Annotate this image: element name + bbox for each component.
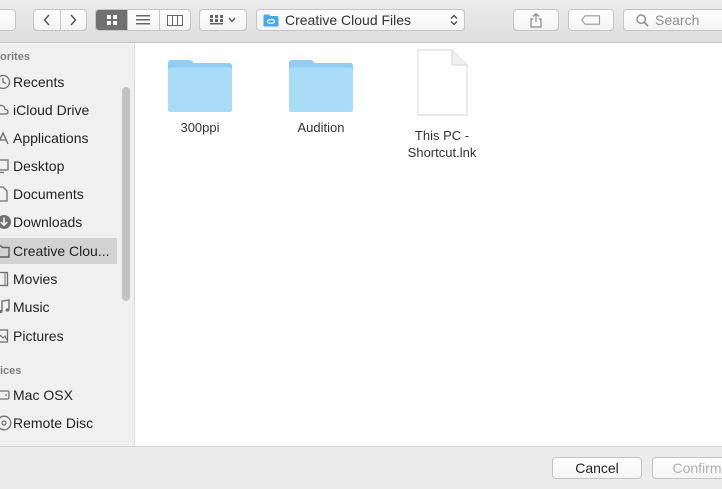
file-name: Audition	[297, 120, 345, 135]
sidebar-toggle-button[interactable]	[0, 9, 16, 31]
chevron-left-icon	[43, 14, 50, 26]
confirm-button[interactable]: Confirm	[652, 457, 722, 479]
column-view-icon	[166, 14, 183, 26]
movies-icon	[0, 271, 13, 287]
cloud-icon	[0, 102, 13, 118]
sidebar-item-applications[interactable]: Applications	[0, 125, 117, 151]
sidebar-item-label: Remote Disc	[13, 415, 94, 431]
sidebar-item-label: Movies	[13, 271, 58, 287]
arrange-button[interactable]	[199, 9, 247, 31]
path-popup-button[interactable]: Creative Cloud Files	[256, 9, 465, 31]
sidebar-item-label: Desktop	[13, 158, 65, 174]
file-item-300ppi[interactable]: 300ppi	[145, 57, 255, 136]
tag-button[interactable]	[568, 9, 614, 31]
creative-cloud-folder-icon	[263, 14, 279, 26]
sidebar-item-label: Creative Clou...	[13, 243, 110, 259]
pictures-icon	[0, 328, 13, 344]
sidebar-item-recents[interactable]: Recents	[0, 69, 117, 95]
disc-icon	[0, 415, 13, 431]
icon-view-button[interactable]	[96, 10, 128, 30]
folder-icon	[0, 243, 13, 259]
favorites-header: orites	[0, 51, 30, 63]
search-field[interactable]: Search	[623, 9, 722, 31]
sidebar-item-label: Downloads	[13, 214, 83, 230]
sidebar-item-music[interactable]: Music	[0, 294, 117, 320]
sidebar-item-label: Applications	[13, 130, 89, 146]
clock-icon	[0, 74, 13, 90]
sidebar-item-movies[interactable]: Movies	[0, 266, 117, 292]
drive-icon	[0, 387, 13, 403]
dialog-footer: Cancel Confirm	[0, 446, 722, 489]
devices-header: ices	[0, 365, 22, 377]
folder-icon	[168, 60, 232, 112]
sidebar: orites Recents iCloud Drive Applications…	[0, 43, 135, 446]
sidebar-scrollbar[interactable]	[122, 87, 130, 301]
sidebar-item-documents[interactable]: Documents	[0, 181, 117, 207]
sidebar-item-label: Recents	[13, 74, 65, 90]
forward-button[interactable]	[59, 10, 86, 30]
sidebar-item-desktop[interactable]: Desktop	[0, 153, 117, 179]
sidebar-item-downloads[interactable]: Downloads	[0, 209, 117, 235]
applications-icon	[0, 130, 13, 146]
chevron-down-icon	[228, 17, 236, 23]
search-placeholder: Search	[655, 12, 700, 28]
file-browser-content: 300ppi Audition This PC - Shortcut.lnk	[135, 43, 722, 446]
up-down-chevron-icon	[450, 14, 458, 26]
share-icon	[530, 12, 542, 28]
view-mode-control	[95, 9, 191, 31]
search-icon	[636, 13, 649, 27]
sidebar-item-pictures[interactable]: Pictures	[0, 323, 117, 349]
toolbar: Creative Cloud Files Search	[0, 0, 722, 43]
sidebar-item-label: Music	[13, 299, 50, 315]
documents-icon	[0, 186, 13, 202]
sidebar-item-icloud-drive[interactable]: iCloud Drive	[0, 97, 117, 123]
file-item-this-pc-shortcut[interactable]: This PC - Shortcut.lnk	[387, 49, 497, 161]
folder-icon	[289, 60, 353, 112]
sidebar-item-label: Documents	[13, 186, 84, 202]
back-button[interactable]	[34, 10, 60, 30]
desktop-icon	[0, 158, 13, 174]
music-icon	[0, 299, 13, 315]
sidebar-item-label: Mac OSX	[13, 387, 73, 403]
list-view-icon	[136, 15, 151, 25]
icon-view-icon	[106, 15, 117, 25]
file-name: 300ppi	[180, 120, 220, 135]
sidebar-item-creative-cloud-files[interactable]: Creative Clou...	[0, 238, 117, 264]
sidebar-item-mac-osx[interactable]: Mac OSX	[0, 382, 117, 408]
sidebar-item-remote-disc[interactable]: Remote Disc	[0, 410, 117, 436]
cancel-button[interactable]: Cancel	[552, 457, 642, 479]
file-item-audition[interactable]: Audition	[266, 57, 376, 136]
downloads-icon	[0, 214, 13, 230]
back-forward-control	[33, 9, 87, 31]
sidebar-item-label: Pictures	[13, 328, 64, 344]
tag-icon	[581, 15, 601, 25]
sidebar-item-label: iCloud Drive	[13, 102, 90, 118]
file-name: This PC - Shortcut.lnk	[407, 128, 477, 160]
column-view-button[interactable]	[158, 10, 190, 30]
path-label: Creative Cloud Files	[285, 12, 412, 28]
share-button[interactable]	[513, 9, 559, 31]
chevron-right-icon	[70, 14, 77, 26]
document-icon	[417, 49, 468, 116]
list-view-button[interactable]	[127, 10, 158, 30]
arrange-grid-icon	[210, 14, 223, 24]
